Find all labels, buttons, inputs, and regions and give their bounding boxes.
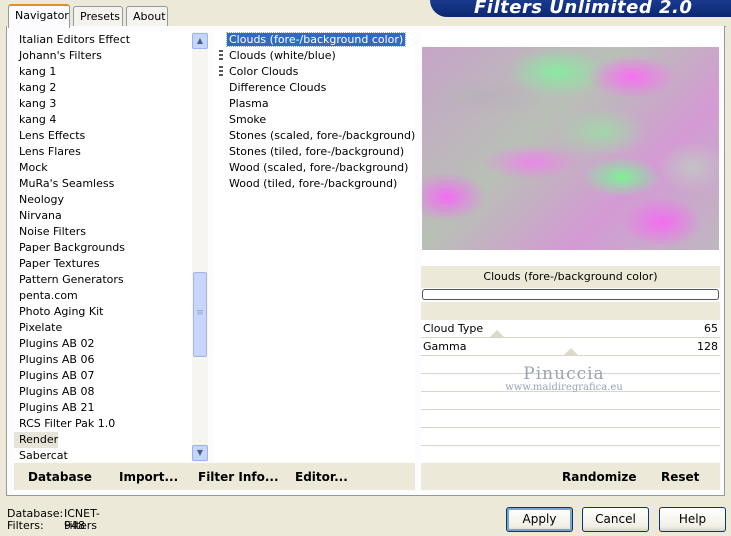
filter-label: Clouds (fore-/background color)	[225, 32, 407, 47]
status-value: 948	[64, 519, 85, 532]
filter-label: Difference Clouds	[229, 81, 327, 94]
list-item[interactable]: Difference Clouds	[214, 80, 415, 96]
slider-empty	[421, 446, 720, 464]
filter-label: Clouds (white/blue)	[229, 49, 336, 62]
slider-empty	[421, 428, 720, 446]
list-item[interactable]: Plugins AB 02	[14, 336, 192, 352]
list-item[interactable]: Plugins AB 08	[14, 384, 192, 400]
list-item[interactable]: Stones (tiled, fore-/background)	[214, 144, 415, 160]
list-item[interactable]: kang 3	[14, 96, 192, 112]
watermark: Pinuccia www.maidiregrafica.eu	[494, 364, 634, 393]
help-button[interactable]: Help	[659, 507, 726, 532]
list-item[interactable]: Mock	[14, 160, 192, 176]
list-item-selected[interactable]: Clouds (fore-/background color)	[214, 32, 415, 48]
list-item[interactable]: Pixelate	[14, 320, 192, 336]
list-item[interactable]: Wood (tiled, fore-/background)	[214, 176, 415, 192]
filter-label: Smoke	[229, 113, 267, 126]
list-item[interactable]: RCS Filter Pak 1.0	[14, 416, 192, 432]
slider-cloud-type[interactable]: Cloud Type 65	[421, 320, 720, 338]
filter-list[interactable]: Clouds (fore-/background color) Clouds (…	[214, 32, 415, 462]
app-banner: Filters Unlimited 2.0	[430, 0, 731, 17]
list-item[interactable]: MuRa's Seamless	[14, 176, 192, 192]
list-item[interactable]: Pattern Generators	[14, 272, 192, 288]
list-item[interactable]: Sabercat	[14, 448, 192, 462]
category-scrollbar[interactable]: ▲ ≡ ▼	[192, 32, 208, 462]
list-item[interactable]: Plugins AB 07	[14, 368, 192, 384]
progress-bar	[422, 289, 719, 300]
preview-image	[422, 47, 719, 250]
list-item[interactable]: Johann's Filters	[14, 48, 192, 64]
list-item[interactable]: Neology	[14, 192, 192, 208]
param-name: Gamma	[423, 340, 467, 353]
tab-navigator[interactable]: Navigator	[8, 4, 70, 28]
list-item[interactable]: kang 1	[14, 64, 192, 80]
status-label: Filters:	[7, 519, 44, 532]
list-item[interactable]: kang 2	[14, 80, 192, 96]
watermark-url: www.maidiregrafica.eu	[505, 382, 623, 393]
filter-label: Color Clouds	[229, 65, 299, 78]
list-item[interactable]: Plugins AB 21	[14, 400, 192, 416]
slider-thumb[interactable]	[490, 330, 504, 337]
list-item[interactable]: Paper Backgrounds	[14, 240, 192, 256]
list-item[interactable]: Nirvana	[14, 208, 192, 224]
editor-button[interactable]: Editor...	[295, 470, 348, 484]
filter-label: Wood (tiled, fore-/background)	[229, 177, 398, 190]
tab-about[interactable]: About	[126, 6, 168, 27]
list-item[interactable]: Plugins AB 06	[14, 352, 192, 368]
list-item[interactable]: Clouds (white/blue)	[214, 48, 415, 64]
reset-button[interactable]: Reset	[661, 470, 699, 484]
tab-presets[interactable]: Presets	[73, 6, 123, 27]
filter-label: Stones (scaled, fore-/background)	[229, 129, 416, 142]
chevron-down-icon[interactable]: ▼	[192, 445, 208, 461]
import-button[interactable]: Import...	[119, 470, 178, 484]
list-item[interactable]: Plasma	[214, 96, 415, 112]
list-item[interactable]: Wood (scaled, fore-/background)	[214, 160, 415, 176]
drag-grip-icon[interactable]	[219, 66, 223, 78]
filter-info-button[interactable]: Filter Info...	[198, 470, 279, 484]
list-item[interactable]: Noise Filters	[14, 224, 192, 240]
randomize-button[interactable]: Randomize	[562, 470, 636, 484]
category-list[interactable]: Italian Editors Effect Johann's Filters …	[14, 32, 192, 462]
drag-grip-icon[interactable]	[219, 50, 223, 62]
status-filters: Filters: 948	[7, 519, 85, 532]
list-item-selected[interactable]: Render	[14, 432, 58, 448]
slider-gamma[interactable]: Gamma 128	[421, 338, 720, 356]
separator	[421, 302, 720, 320]
list-item[interactable]: kang 4	[14, 112, 192, 128]
param-value: 65	[704, 322, 718, 335]
slider-empty	[421, 392, 720, 410]
list-item[interactable]: Photo Aging Kit	[14, 304, 192, 320]
list-item[interactable]: Lens Flares	[14, 144, 192, 160]
slider-empty	[421, 410, 720, 428]
cancel-button[interactable]: Cancel	[582, 507, 649, 532]
apply-button[interactable]: Apply	[506, 507, 573, 532]
filter-label: Stones (tiled, fore-/background)	[229, 145, 405, 158]
param-value: 128	[697, 340, 718, 353]
navigator-toolbar: Database Import... Filter Info... Editor…	[14, 463, 415, 490]
list-item[interactable]: Color Clouds	[214, 64, 415, 80]
list-item[interactable]: Lens Effects	[14, 128, 192, 144]
list-item[interactable]: Stones (scaled, fore-/background)	[214, 128, 415, 144]
list-item[interactable]: Paper Textures	[14, 256, 192, 272]
filter-label: Wood (scaled, fore-/background)	[229, 161, 409, 174]
list-item[interactable]: Smoke	[214, 112, 415, 128]
slider-thumb[interactable]	[564, 348, 578, 355]
param-name: Cloud Type	[423, 322, 484, 335]
watermark-title: Pinuccia	[523, 364, 605, 384]
preview-toolbar: Randomize Reset	[421, 463, 720, 490]
filter-label: Plasma	[229, 97, 269, 110]
database-button[interactable]: Database	[28, 470, 92, 484]
preview-caption: Clouds (fore-/background color)	[421, 266, 720, 288]
scroll-thumb[interactable]: ≡	[193, 272, 207, 357]
list-item[interactable]: Italian Editors Effect	[14, 32, 192, 48]
list-item[interactable]: penta.com	[14, 288, 192, 304]
chevron-up-icon[interactable]: ▲	[192, 33, 208, 49]
